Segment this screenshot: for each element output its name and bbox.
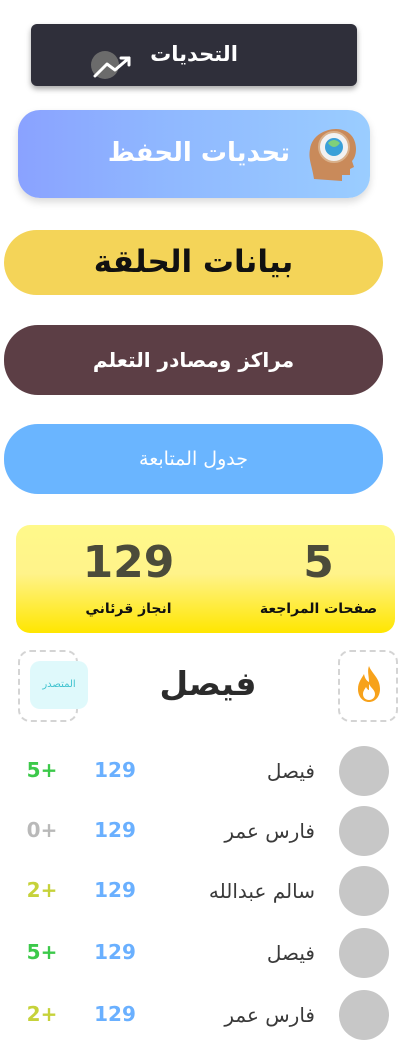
review-pages-label: صفحات المراجعة	[259, 601, 378, 617]
ranking-row[interactable]: 5+ 129 فيصل	[0, 746, 411, 802]
follow-up-schedule-button[interactable]: جدول المتابعة	[4, 424, 383, 494]
ranking-row[interactable]: 2+ 129 سالم عبدالله	[0, 866, 411, 922]
memorization-challenges-label: تحديات الحفظ	[107, 138, 290, 168]
ranking-row[interactable]: 5+ 129 فيصل	[0, 928, 411, 984]
learning-centers-button[interactable]: مراكز ومصادر التعلم	[4, 325, 383, 395]
avatar	[339, 866, 389, 916]
halaqa-data-button[interactable]: بيانات الحلقة	[4, 230, 383, 295]
brain-head-icon	[309, 129, 356, 181]
avatar	[339, 806, 389, 856]
fire-icon	[358, 666, 380, 702]
ranking-name: فارس عمر	[224, 819, 315, 843]
ranking-name: فيصل	[266, 941, 315, 965]
ranking-name: سالم عبدالله	[208, 879, 315, 903]
stats-card: 5 صفحات المراجعة 129 انجاز قرئاني	[16, 525, 395, 633]
ranking-row[interactable]: 2+ 129 فارس عمر	[0, 990, 411, 1046]
ranking-delta: 0+	[26, 818, 58, 842]
ranking-name: فارس عمر	[224, 1003, 315, 1027]
ranking-delta: 5+	[26, 758, 58, 782]
leader-badge: المتصدر	[30, 661, 88, 709]
avatar	[339, 990, 389, 1040]
ranking-name: فيصل	[266, 759, 315, 783]
ranking-delta: 2+	[26, 1002, 58, 1026]
top-user-name: فيصل	[159, 664, 257, 703]
avatar	[339, 746, 389, 796]
top-user-row: المتصدر فيصل	[18, 650, 398, 722]
ranking-delta: 5+	[26, 940, 58, 964]
ranking-row[interactable]: 0+ 129 فارس عمر	[0, 806, 411, 862]
achievement-value: 129	[82, 537, 175, 588]
ranking-delta: 2+	[26, 878, 58, 902]
memorization-challenges-button[interactable]: تحديات الحفظ	[18, 110, 370, 198]
review-pages-value: 5	[303, 537, 334, 588]
avatar	[339, 928, 389, 978]
challenges-bar[interactable]: التحديات	[31, 24, 357, 86]
achievement-label: انجاز قرئاني	[85, 601, 172, 617]
challenges-label: التحديات	[150, 42, 238, 66]
